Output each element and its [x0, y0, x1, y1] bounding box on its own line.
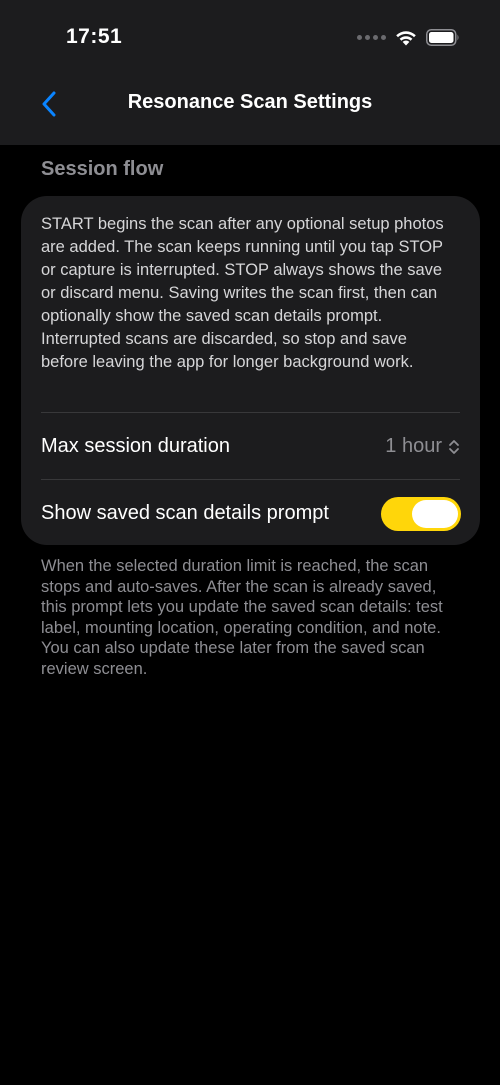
status-icons — [357, 26, 460, 48]
divider — [41, 412, 460, 413]
section-header: Session flow — [41, 158, 164, 180]
status-time: 17:51 — [66, 25, 123, 48]
page-title: Resonance Scan Settings — [127, 91, 373, 113]
details-prompt-toggle[interactable] — [381, 497, 461, 531]
details-prompt-label: Show saved scan details prompt — [41, 502, 329, 524]
settings-card: START begins the scan after any optional… — [21, 196, 480, 545]
battery-icon — [426, 28, 459, 46]
footer-note: When the selected duration limit is reac… — [41, 557, 443, 678]
cellular-signal-icon — [357, 34, 386, 40]
divider — [41, 479, 460, 480]
max-duration-picker[interactable]: 1 hour — [385, 435, 460, 458]
max-duration-value: 1 hour — [385, 435, 442, 457]
chevron-up-down-icon — [449, 439, 459, 454]
top-bar: 17:51 Resonance Scan Settings — [0, 0, 500, 145]
wifi-icon — [396, 30, 416, 45]
toggle-knob — [412, 500, 458, 528]
max-duration-label: Max session duration — [41, 435, 230, 457]
session-flow-description: START begins the scan after any optional… — [41, 215, 444, 371]
